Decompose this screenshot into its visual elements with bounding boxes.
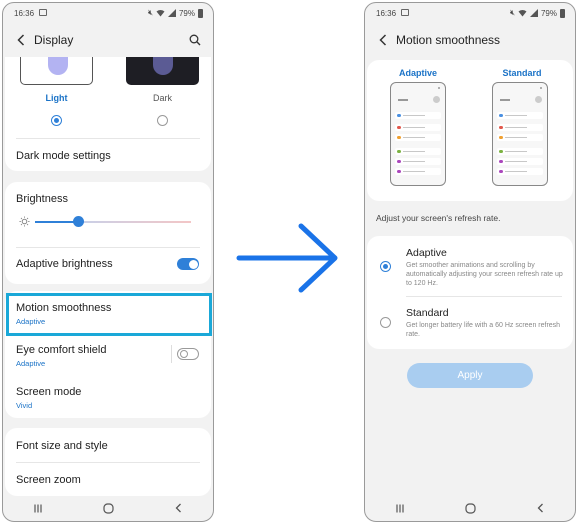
home-icon — [102, 502, 114, 514]
status-icons: 🔇︎ 79% — [148, 8, 203, 18]
app-bar: Motion smoothness — [365, 25, 575, 55]
adaptive-preview-label: Adaptive — [398, 68, 437, 78]
back-button[interactable] — [11, 30, 31, 50]
eye-comfort-shield-value: Adaptive — [16, 359, 46, 368]
screen-mode-label: Screen mode — [16, 386, 82, 398]
standard-option[interactable]: Standard Get longer battery life with a … — [367, 298, 573, 348]
dark-mode-settings-label: Dark mode settings — [16, 150, 111, 162]
screen-zoom-row[interactable]: Screen zoom — [5, 474, 211, 486]
standard-option-title: Standard — [406, 307, 449, 319]
battery-level: 79% — [178, 8, 195, 18]
dark-theme-preview[interactable] — [126, 57, 199, 85]
brightness-thumb[interactable] — [72, 216, 84, 227]
adaptive-option[interactable]: Adaptive Get smoother animations and scr… — [367, 236, 573, 294]
adaptive-brightness-toggle[interactable] — [177, 258, 199, 270]
back-nav-icon — [175, 503, 181, 513]
mute-icon: 🔇︎ — [147, 8, 153, 17]
font-zoom-card: Font size and style Screen zoom — [5, 428, 211, 496]
preview-card: Adaptive Standard — [367, 60, 573, 201]
adaptive-option-description: Get smoother animations and scrolling by… — [406, 262, 563, 287]
standard-option-description: Get longer battery life with a 60 Hz scr… — [406, 322, 561, 338]
dark-theme-radio[interactable] — [157, 115, 168, 126]
page-title: Motion smoothness — [396, 33, 501, 47]
home-button[interactable] — [98, 499, 118, 517]
wifi-icon — [518, 9, 527, 17]
navigation-bar — [3, 495, 213, 521]
brightness-slider[interactable] — [35, 216, 191, 227]
brightness-row: Brightness — [5, 193, 211, 205]
signal-icon — [529, 9, 538, 17]
light-theme-preview[interactable] — [20, 57, 93, 85]
refresh-rate-options-card: Adaptive Get smoother animations and scr… — [367, 236, 573, 349]
divider — [406, 296, 562, 297]
standard-preview-label: Standard — [502, 68, 542, 78]
divider — [16, 462, 200, 463]
home-button[interactable] — [460, 499, 480, 517]
adaptive-radio[interactable] — [380, 261, 391, 272]
light-theme-label: Light — [45, 93, 68, 103]
wifi-icon — [156, 9, 165, 17]
dark-theme-label: Dark — [152, 93, 172, 103]
refresh-rate-hint: Adjust your screen's refresh rate. — [376, 213, 501, 223]
recents-icon — [34, 504, 42, 512]
divider — [16, 138, 200, 139]
back-button[interactable] — [373, 30, 393, 50]
apply-button[interactable]: Apply — [407, 363, 533, 388]
search-button[interactable] — [185, 30, 205, 50]
home-icon — [464, 502, 476, 514]
standard-preview-phone — [492, 82, 548, 186]
screen-mode-value: Vivid — [16, 401, 33, 410]
gallery-notification-icon — [39, 9, 47, 16]
status-icons: 🔇︎ 79% — [510, 8, 565, 18]
sun-icon — [19, 216, 30, 227]
motion-smoothness-highlight — [6, 293, 212, 336]
theme-card: Light Dark Dark mode settings — [5, 57, 211, 171]
brightness-fill — [35, 220, 78, 223]
screen-zoom-label: Screen zoom — [16, 474, 81, 486]
search-icon — [189, 34, 201, 46]
adaptive-preview-phone — [390, 82, 446, 186]
display-screen: 16:36 🔇︎ 79% Display Light Dark Dark mod… — [2, 2, 214, 522]
recents-icon — [396, 504, 404, 512]
battery-level: 79% — [540, 8, 557, 18]
status-time: 16:36 — [14, 9, 35, 18]
status-bar: 16:36 🔇︎ 79% — [3, 3, 213, 25]
standard-radio[interactable] — [380, 317, 391, 328]
vertical-divider — [171, 345, 172, 363]
status-time: 16:36 — [376, 9, 397, 18]
mute-icon: 🔇︎ — [509, 8, 515, 17]
dark-mode-settings-row[interactable]: Dark mode settings — [5, 150, 211, 162]
brightness-card: Brightness Adaptive brightness — [5, 182, 211, 284]
status-bar: 16:36 🔇︎ 79% — [365, 3, 575, 25]
recents-button[interactable] — [390, 499, 410, 517]
divider — [16, 247, 200, 248]
navigation-bar — [365, 495, 575, 521]
brightness-label: Brightness — [16, 193, 68, 205]
screen-mode-row[interactable]: Screen mode Vivid — [5, 386, 211, 410]
recents-button[interactable] — [28, 499, 48, 517]
battery-icon — [198, 8, 203, 18]
back-nav-icon — [537, 503, 543, 513]
back-arrow-icon — [379, 34, 387, 46]
nav-back-button[interactable] — [530, 499, 550, 517]
page-title: Display — [34, 33, 74, 47]
eye-comfort-shield-toggle[interactable] — [177, 348, 199, 360]
right-arrow-icon — [236, 223, 338, 293]
font-size-style-label: Font size and style — [16, 440, 108, 452]
font-size-style-row[interactable]: Font size and style — [5, 440, 211, 452]
signal-icon — [167, 9, 176, 17]
adaptive-option-title: Adaptive — [406, 247, 447, 259]
back-arrow-icon — [17, 34, 25, 46]
nav-back-button[interactable] — [168, 499, 188, 517]
light-theme-radio[interactable] — [51, 115, 62, 126]
gallery-notification-icon — [401, 9, 409, 16]
motion-smoothness-screen: 16:36 🔇︎ 79% Motion smoothness Adaptive … — [364, 2, 576, 522]
app-bar: Display — [3, 25, 213, 55]
battery-icon — [560, 8, 565, 18]
